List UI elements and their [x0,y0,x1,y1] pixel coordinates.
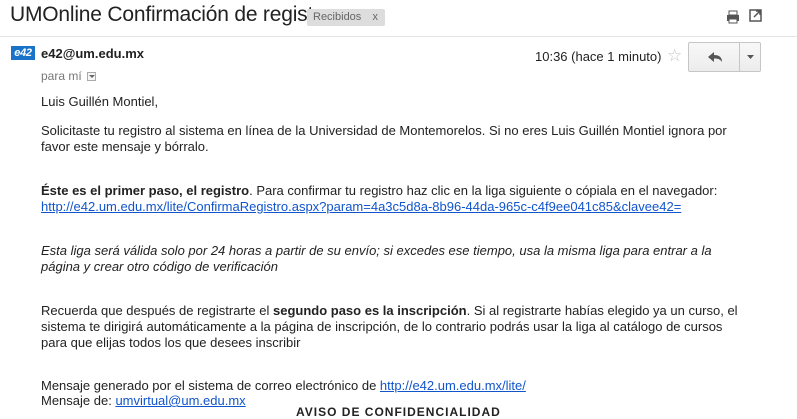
para1-line1: Solicitaste tu registro al sistema en lí… [41,123,727,138]
reminder-post: . Si al registrarte habías elegido ya un… [466,303,738,318]
generated-line: Mensaje generado por el sistema de corre… [41,378,526,394]
more-actions-button[interactable] [740,43,761,71]
from-text: Mensaje de: [41,393,116,408]
reminder-line3: para que elijas todos los que desees ins… [41,335,301,350]
show-details-toggle[interactable] [86,72,96,81]
reminder-pre: Recuerda que después de registrarte el [41,303,273,318]
from-email-link[interactable]: umvirtual@um.edu.mx [115,393,245,408]
message-date: 10:36 (hace 1 minuto) [535,49,662,64]
reply-icon [708,52,722,62]
reminder-line1: Recuerda que después de registrarte el s… [41,303,738,319]
star-icon[interactable]: ☆ [667,46,682,66]
chevron-down-icon [747,55,754,59]
sender-avatar: e42 [11,46,35,60]
reminder-bold: segundo paso es la inscripción [272,303,467,318]
generated-text: Mensaje generado por el sistema de corre… [41,378,380,393]
reminder-line2: sistema te dirigirá automáticamente a la… [41,319,723,334]
para1-line2: favor este mensaje y bórralo. [41,139,209,154]
label-chip-inbox[interactable]: Recibidos x [307,9,385,26]
site-link[interactable]: http://e42.um.edu.mx/lite/ [380,378,526,393]
header-divider [0,36,797,37]
validity-line1: Esta liga será válida solo por 24 horas … [41,243,712,258]
step1-rest: . Para confirmar tu registro haz clic en… [249,183,718,198]
new-window-icon[interactable] [749,8,763,22]
confirm-line: http://e42.um.edu.mx/lite/ConfirmaRegist… [41,199,681,215]
step1-bold: Éste es el primer paso, el registro [41,183,250,198]
recipient-text: para mí [41,69,82,83]
remove-label-button[interactable]: x [373,9,379,26]
step1-line: Éste es el primer paso, el registro. Par… [41,183,717,199]
validity-line2: página y crear otro código de verificaci… [41,259,279,274]
from-line: Mensaje de: umvirtual@um.edu.mx [41,393,246,409]
greeting: Luis Guillén Montiel, [41,94,159,109]
subject-bar: UMOnline Confirmación de registro Recibi… [0,0,797,36]
email-subject: UMOnline Confirmación de registro [10,3,332,26]
confirm-link[interactable]: http://e42.um.edu.mx/lite/ConfirmaRegist… [41,199,681,214]
reply-button-group [688,42,761,72]
label-chip-text: Recibidos [313,11,362,23]
recipient-line: para mí [41,69,96,83]
reply-button[interactable] [689,43,739,71]
print-icon[interactable] [726,10,740,24]
confidentiality-notice: AVISO DE CONFIDENCIALIDAD [296,405,501,419]
sender-address[interactable]: e42@um.edu.mx [41,46,144,61]
